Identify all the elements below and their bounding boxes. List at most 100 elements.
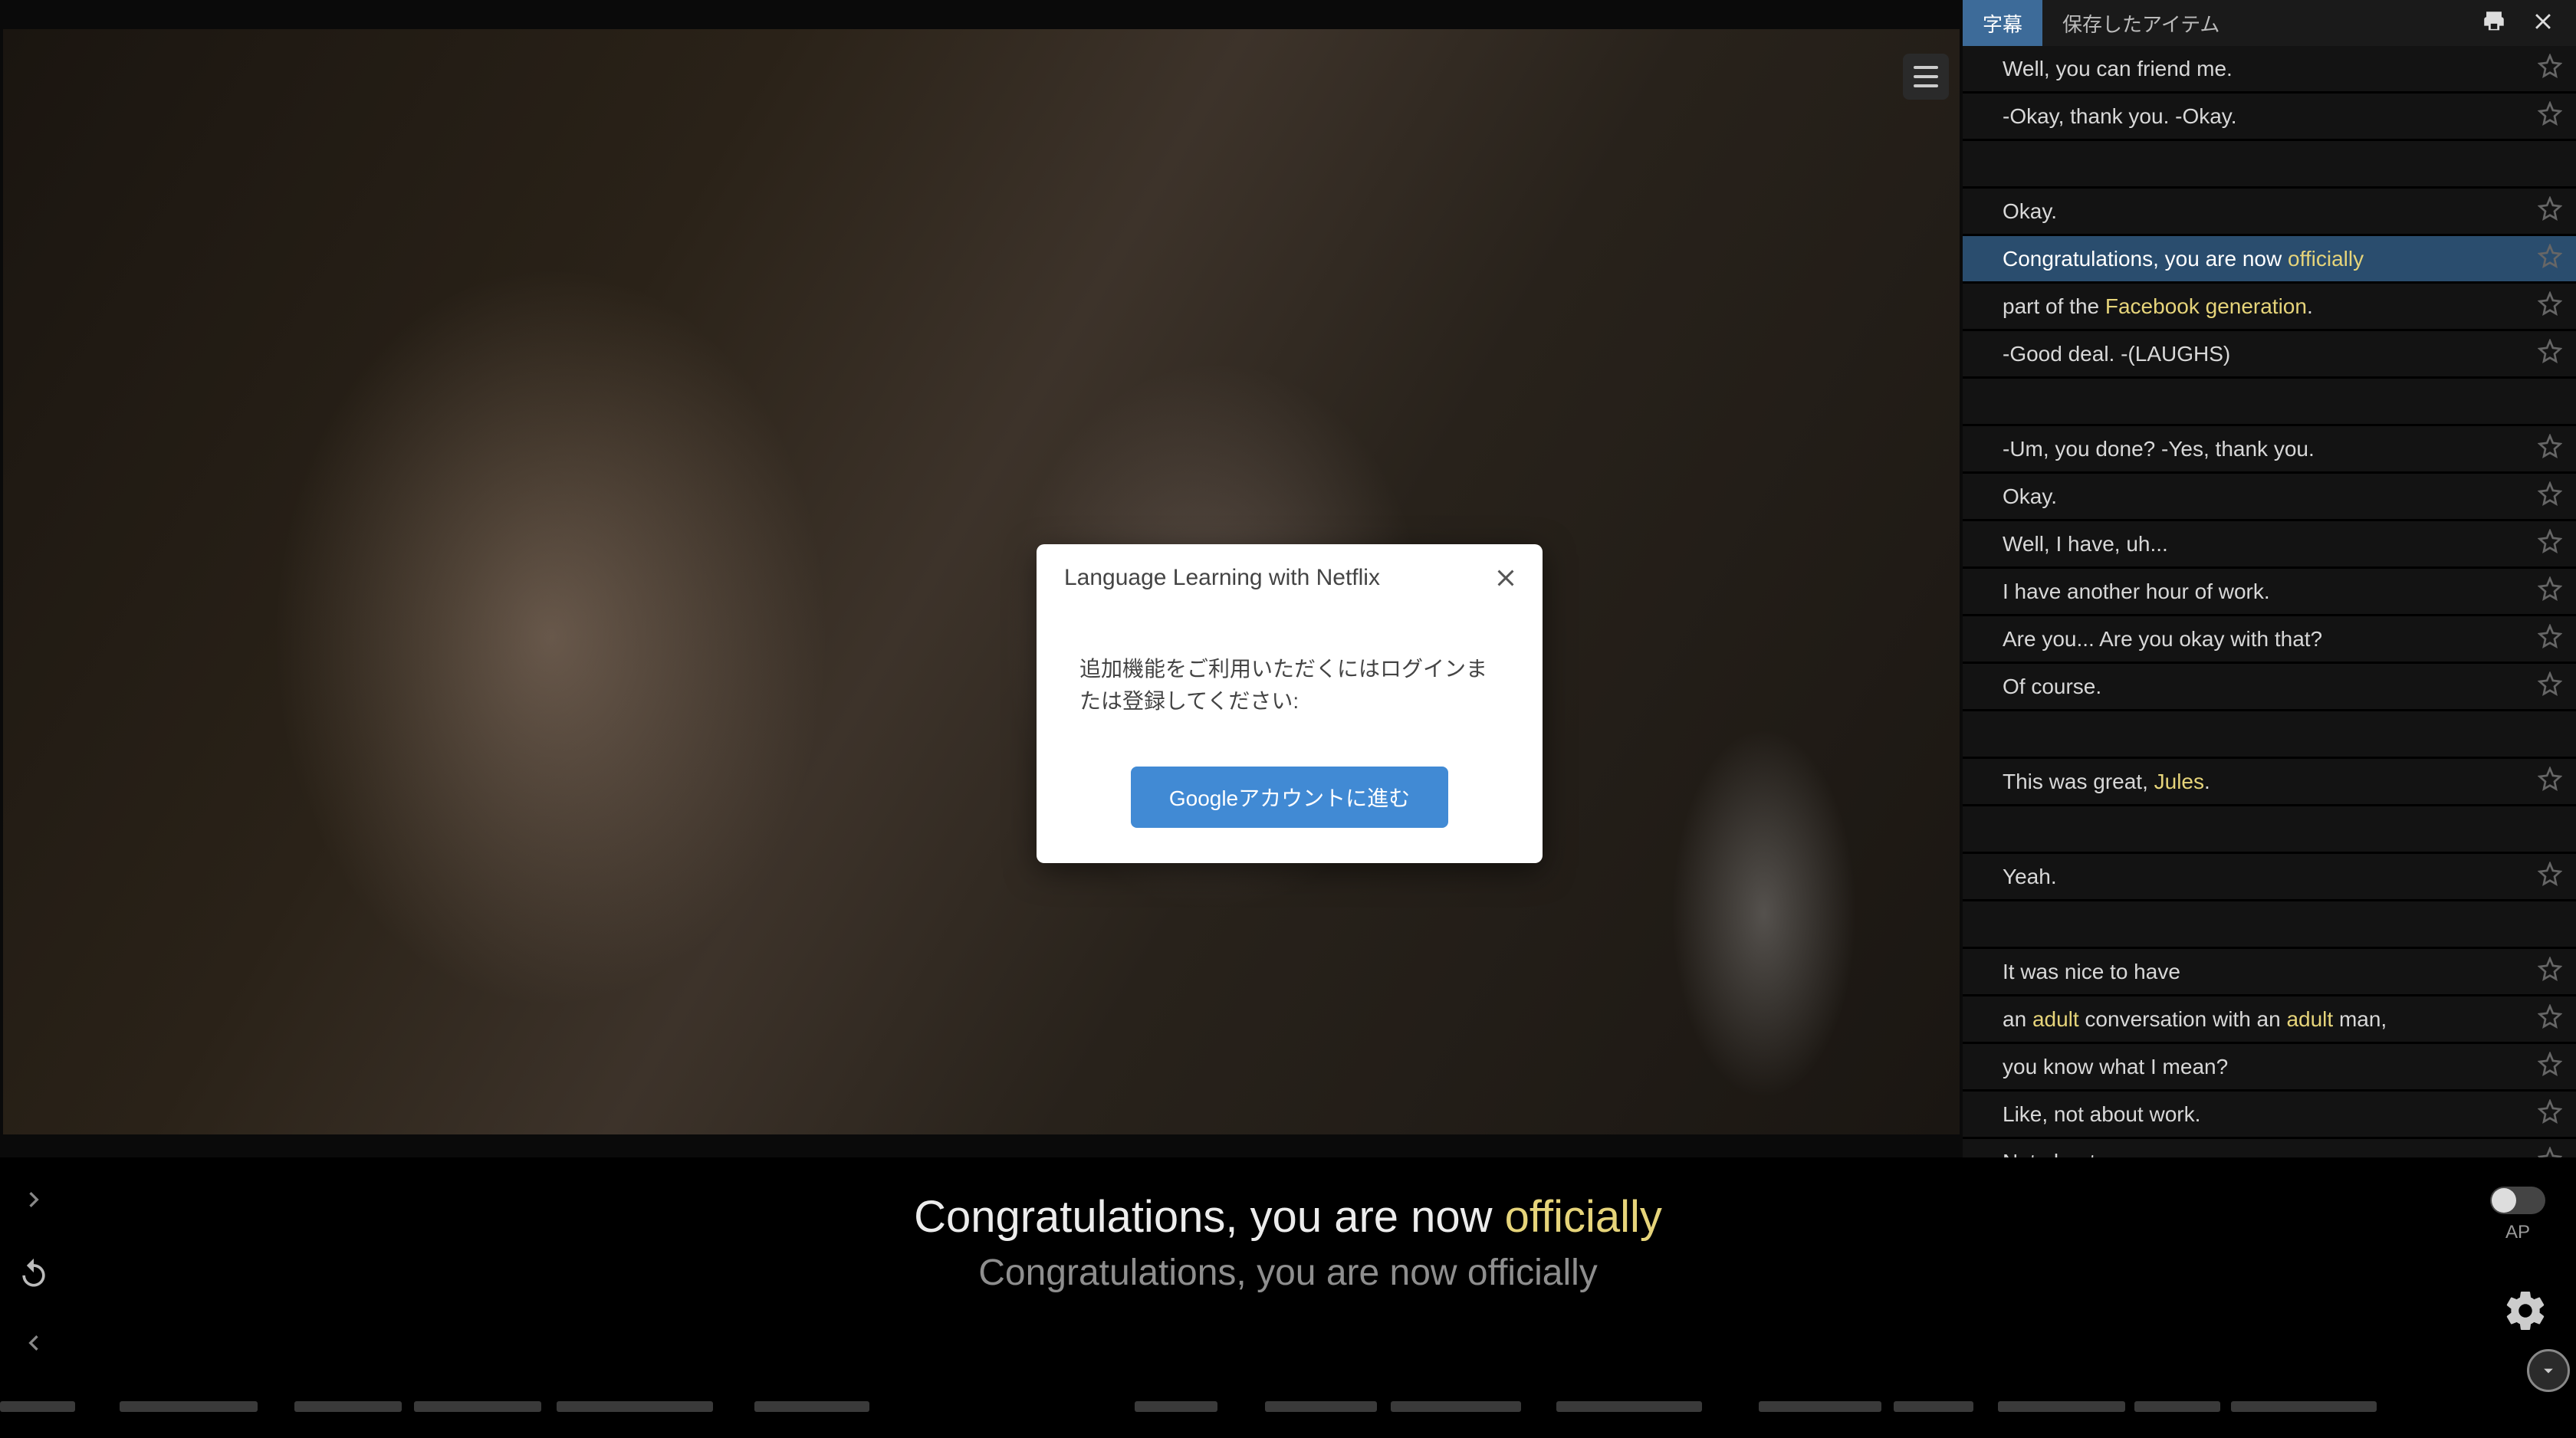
subtitle-row[interactable] bbox=[1963, 711, 2576, 759]
subtitle-text: -Um, you done? -Yes, thank you. bbox=[2003, 437, 2538, 461]
subtitle-row[interactable]: Are you... Are you okay with that? bbox=[1963, 616, 2576, 664]
subtitle-text: Like, not about work. bbox=[2003, 1102, 2538, 1127]
timeline-segment[interactable] bbox=[1759, 1401, 1881, 1412]
subtitle-text: Yeah. bbox=[2003, 865, 2538, 889]
autopause-label: AP bbox=[2505, 1222, 2530, 1243]
next-subtitle-button[interactable] bbox=[18, 1328, 49, 1358]
subtitle-text: This was great, Jules. bbox=[2003, 770, 2538, 794]
subtitle-row[interactable]: Congratulations, you are now officially bbox=[1963, 236, 2576, 284]
subtitle-text: Not about... bbox=[2003, 1150, 2538, 1158]
subtitle-text: It was nice to have bbox=[2003, 960, 2538, 984]
star-icon[interactable] bbox=[2538, 957, 2562, 987]
subtitle-row[interactable]: an adult conversation with an adult man, bbox=[1963, 996, 2576, 1044]
subtitle-text: I have another hour of work. bbox=[2003, 579, 2538, 604]
subtitle-row[interactable]: Okay. bbox=[1963, 474, 2576, 521]
star-icon[interactable] bbox=[2538, 1147, 2562, 1157]
star-icon[interactable] bbox=[2538, 481, 2562, 511]
subtitle-text: -Good deal. -(LAUGHS) bbox=[2003, 342, 2538, 366]
google-login-button[interactable]: Googleアカウントに進む bbox=[1131, 767, 1448, 828]
menu-button[interactable] bbox=[1903, 54, 1949, 100]
timeline-segment[interactable] bbox=[120, 1401, 258, 1412]
subtitle-row[interactable]: Yeah. bbox=[1963, 854, 2576, 901]
subtitle-row[interactable] bbox=[1963, 141, 2576, 189]
subtitle-row[interactable]: Well, I have, uh... bbox=[1963, 521, 2576, 569]
caption-primary: Congratulations, you are now officially bbox=[0, 1191, 2576, 1243]
star-icon[interactable] bbox=[2538, 576, 2562, 606]
subtitle-text: Okay. bbox=[2003, 199, 2538, 224]
subtitle-list[interactable]: Well, you can friend me. -Okay, thank you… bbox=[1963, 46, 2576, 1157]
subtitle-text: part of the Facebook generation. bbox=[2003, 294, 2538, 319]
subtitle-row[interactable]: Of course. bbox=[1963, 664, 2576, 711]
subtitle-text: Congratulations, you are now officially bbox=[2003, 247, 2538, 271]
modal-body: 追加機能をご利用いただくにはログインまたは登録してください: bbox=[1037, 607, 1543, 748]
star-icon[interactable] bbox=[2538, 1099, 2562, 1129]
subtitle-row[interactable] bbox=[1963, 901, 2576, 949]
subtitle-row[interactable] bbox=[1963, 806, 2576, 854]
tab-subtitles[interactable]: 字幕 bbox=[1963, 0, 2042, 46]
timeline-segment[interactable] bbox=[1391, 1401, 1521, 1412]
star-icon[interactable] bbox=[2538, 339, 2562, 369]
video-area bbox=[0, 0, 1963, 1157]
star-icon[interactable] bbox=[2538, 291, 2562, 321]
subtitle-text: an adult conversation with an adult man, bbox=[2003, 1007, 2538, 1032]
star-icon[interactable] bbox=[2538, 624, 2562, 654]
subtitle-row[interactable]: Well, you can friend me. bbox=[1963, 46, 2576, 94]
subtitle-row[interactable]: you know what I mean? bbox=[1963, 1044, 2576, 1092]
modal-header: Language Learning with Netflix bbox=[1037, 544, 1543, 607]
subtitle-row[interactable]: part of the Facebook generation. bbox=[1963, 284, 2576, 331]
subtitle-row[interactable]: -Good deal. -(LAUGHS) bbox=[1963, 331, 2576, 379]
subtitle-text: -Okay, thank you. -Okay. bbox=[2003, 104, 2538, 129]
modal-close-button[interactable] bbox=[1492, 564, 1520, 592]
subtitle-row[interactable]: -Um, you done? -Yes, thank you. bbox=[1963, 426, 2576, 474]
subtitle-sidebar: 字幕 保存したアイテム Well, you can friend me. -Oka… bbox=[1963, 0, 2576, 1157]
star-icon[interactable] bbox=[2538, 101, 2562, 131]
timeline-segment[interactable] bbox=[294, 1401, 402, 1412]
star-icon[interactable] bbox=[2538, 862, 2562, 891]
subtitle-row[interactable]: -Okay, thank you. -Okay. bbox=[1963, 94, 2576, 141]
subtitle-text: Are you... Are you okay with that? bbox=[2003, 627, 2538, 652]
star-icon[interactable] bbox=[2538, 244, 2562, 274]
star-icon[interactable] bbox=[2538, 196, 2562, 226]
settings-button[interactable] bbox=[2502, 1288, 2548, 1334]
toggle-track bbox=[2490, 1187, 2545, 1214]
subtitle-row[interactable]: Not about... bbox=[1963, 1139, 2576, 1157]
timeline-segment[interactable] bbox=[0, 1401, 75, 1412]
subtitle-row[interactable]: It was nice to have bbox=[1963, 949, 2576, 996]
timeline-segment[interactable] bbox=[1556, 1401, 1702, 1412]
star-icon[interactable] bbox=[2538, 54, 2562, 84]
timeline-segment[interactable] bbox=[1998, 1401, 2125, 1412]
subtitle-row[interactable]: Okay. bbox=[1963, 189, 2576, 236]
timeline-segment[interactable] bbox=[1265, 1401, 1377, 1412]
subtitle-row[interactable]: Like, not about work. bbox=[1963, 1092, 2576, 1139]
timeline-segment[interactable] bbox=[414, 1401, 541, 1412]
expand-button[interactable] bbox=[2527, 1349, 2570, 1392]
star-icon[interactable] bbox=[2538, 1004, 2562, 1034]
timeline-segment[interactable] bbox=[2134, 1401, 2220, 1412]
timeline-segment[interactable] bbox=[2231, 1401, 2377, 1412]
star-icon[interactable] bbox=[2538, 671, 2562, 701]
subtitle-row[interactable] bbox=[1963, 379, 2576, 426]
subtitle-row[interactable]: I have another hour of work. bbox=[1963, 569, 2576, 616]
subtitle-text: Of course. bbox=[2003, 675, 2538, 699]
timeline-segment[interactable] bbox=[557, 1401, 713, 1412]
print-icon[interactable] bbox=[2481, 8, 2507, 38]
subtitle-text: Okay. bbox=[2003, 484, 2538, 509]
star-icon[interactable] bbox=[2538, 767, 2562, 796]
caption-secondary: Congratulations, you are now officially bbox=[0, 1252, 2576, 1294]
subtitle-text: Well, I have, uh... bbox=[2003, 532, 2538, 556]
timeline-segment[interactable] bbox=[1894, 1401, 1973, 1412]
timeline-segment[interactable] bbox=[754, 1401, 869, 1412]
subtitle-timeline[interactable] bbox=[0, 1401, 2576, 1412]
login-modal: Language Learning with Netflix 追加機能をご利用い… bbox=[1037, 544, 1543, 863]
tab-saved[interactable]: 保存したアイテム bbox=[2042, 0, 2239, 46]
video-still bbox=[3, 29, 1960, 1134]
subtitle-row[interactable]: This was great, Jules. bbox=[1963, 759, 2576, 806]
star-icon[interactable] bbox=[2538, 434, 2562, 464]
close-icon[interactable] bbox=[2530, 8, 2556, 38]
autopause-toggle[interactable]: AP bbox=[2490, 1187, 2545, 1243]
subtitle-text: you know what I mean? bbox=[2003, 1055, 2538, 1079]
modal-title: Language Learning with Netflix bbox=[1064, 565, 1380, 591]
star-icon[interactable] bbox=[2538, 529, 2562, 559]
star-icon[interactable] bbox=[2538, 1052, 2562, 1082]
timeline-segment[interactable] bbox=[1135, 1401, 1217, 1412]
